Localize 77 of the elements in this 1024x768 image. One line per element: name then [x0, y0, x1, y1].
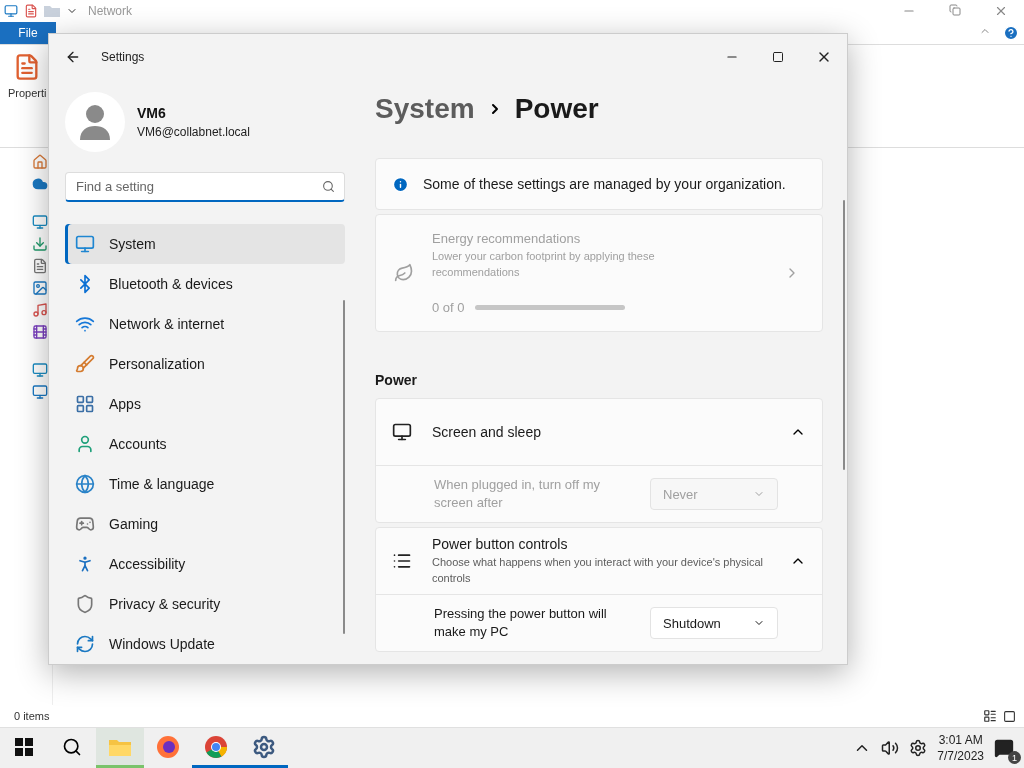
notification-icon[interactable] — [994, 738, 1014, 758]
pictures-icon[interactable] — [32, 280, 48, 296]
group-description: Choose what happens when you interact with your device's physical controls — [432, 555, 765, 586]
brush-icon — [75, 354, 95, 374]
group-header[interactable]: Power button controls Choose what happens when you interact with your device's physical controls — [376, 528, 822, 594]
group-title: Screen and sleep — [432, 424, 542, 440]
section-heading: Power — [375, 372, 418, 388]
tiles-view-icon[interactable] — [1003, 709, 1016, 723]
apps-icon — [75, 394, 95, 414]
nav-item[interactable]: Gaming — [65, 504, 345, 544]
user-name: VM6 — [137, 105, 167, 121]
download-icon[interactable] — [32, 236, 48, 252]
monitor-icon — [75, 234, 95, 254]
search-icon[interactable] — [62, 736, 82, 757]
nav-item[interactable]: Accounts — [65, 424, 345, 464]
properties-icon[interactable] — [24, 4, 38, 18]
leaf-icon — [394, 263, 414, 283]
start-icon[interactable] — [15, 737, 33, 756]
desktop-icon[interactable] — [32, 214, 48, 230]
progress-text: 0 of 0 — [432, 300, 465, 315]
scrollbar[interactable] — [343, 300, 345, 634]
setting-label: When plugged in, turn off my screen after — [434, 476, 601, 512]
status-text: 0 items — [14, 710, 50, 722]
nav-item[interactable]: Personalization — [65, 344, 345, 384]
video-icon[interactable] — [32, 324, 48, 340]
help-icon[interactable] — [1003, 25, 1019, 41]
user-email: VM6@collabnet.local — [137, 125, 250, 139]
user-icon — [75, 434, 95, 454]
wifi-icon — [75, 314, 95, 334]
nav-item[interactable]: Privacy & security — [65, 584, 345, 624]
details-view-icon[interactable] — [983, 709, 997, 723]
home-icon[interactable] — [32, 154, 48, 170]
gear-icon — [252, 734, 276, 759]
shield-icon — [75, 594, 95, 614]
computer-icon[interactable] — [32, 362, 48, 378]
clock[interactable]: 3:01 AM 7/7/2023 — [937, 732, 984, 764]
volume-icon[interactable] — [881, 739, 900, 757]
gear-icon[interactable] — [909, 739, 928, 757]
list-icon — [392, 551, 412, 571]
nav-item[interactable]: System — [65, 224, 345, 264]
setting-label: Pressing the power button will make my PC — [434, 605, 608, 641]
nav-item[interactable]: Accessibility — [65, 544, 345, 584]
chrome-icon — [204, 734, 228, 759]
window-title: Network — [88, 4, 132, 18]
nav-item[interactable]: Time & language — [65, 464, 345, 504]
info-icon — [392, 175, 409, 193]
document-icon[interactable] — [32, 258, 48, 274]
nav-item[interactable]: Bluetooth & devices — [65, 264, 345, 304]
network-icon — [4, 4, 18, 18]
globe-icon — [75, 474, 95, 494]
search-field[interactable]: Find a setting — [65, 172, 345, 202]
notification-badge: 1 — [1008, 751, 1021, 764]
gamepad-icon — [75, 514, 95, 534]
ribbon-tab[interactable]: File — [0, 22, 56, 44]
notice-text: Some of these settings are managed by your organization. — [423, 176, 786, 192]
update-icon — [75, 634, 95, 654]
dropdown[interactable]: Shutdown — [650, 607, 778, 639]
maximize-icon[interactable] — [772, 51, 784, 63]
back-icon[interactable] — [65, 49, 81, 65]
group-header[interactable]: Screen and sleep — [376, 399, 822, 465]
nav-item[interactable]: Network & internet — [65, 304, 345, 344]
card-title: Energy recommendations — [432, 231, 582, 246]
scrollbar[interactable] — [843, 200, 845, 470]
cloud-icon[interactable] — [32, 176, 48, 192]
window-title: Settings — [101, 50, 145, 64]
screen-icon — [392, 422, 412, 442]
nav-item[interactable]: Windows Update — [65, 624, 345, 664]
nav-item[interactable]: Apps — [65, 384, 345, 424]
card-description: Lower your carbon footprint by applying these recommendations — [432, 249, 656, 280]
group-title: Power button controls — [432, 536, 569, 552]
network-icon[interactable] — [32, 384, 48, 400]
properties-button[interactable]: Properti — [8, 53, 47, 99]
music-icon[interactable] — [32, 302, 48, 318]
page-title: Power — [514, 93, 599, 125]
breadcrumb-link[interactable]: System — [375, 93, 475, 125]
firefox-icon — [156, 734, 180, 759]
search-icon — [322, 180, 335, 193]
